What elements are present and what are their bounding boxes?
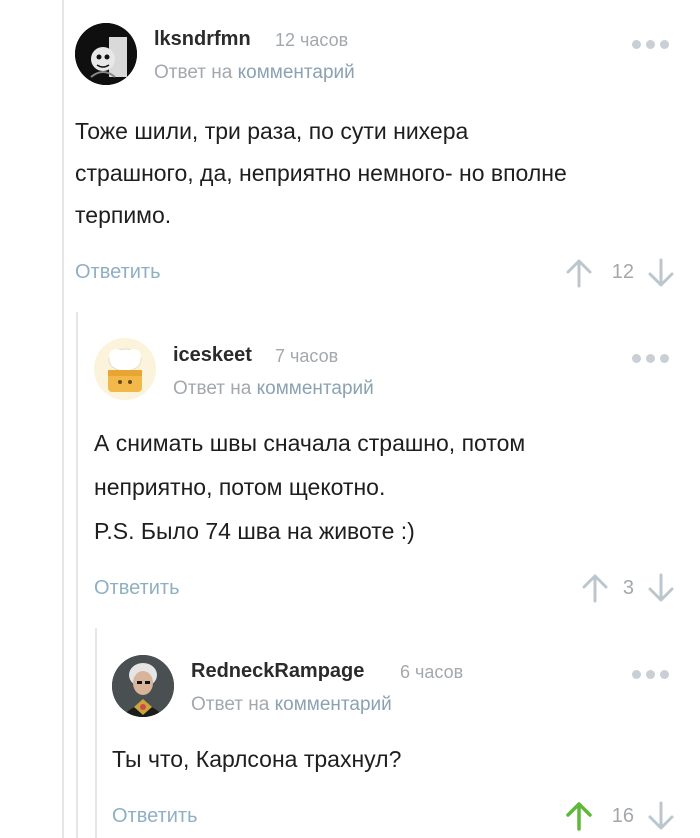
reply-to-prefix: Ответ на <box>191 694 270 715</box>
reply-to-prefix: Ответ на <box>154 62 233 83</box>
thread-line-level-3 <box>95 628 97 838</box>
comment-text-line: P.S. Было 74 шва на животе :) <box>94 518 415 544</box>
reply-button[interactable]: Ответить <box>112 805 198 828</box>
comment-text-line: Тоже шили, три раза, по сути нихера <box>75 118 469 144</box>
downvote-arrow-icon[interactable] <box>648 801 674 831</box>
downvote-arrow-icon[interactable] <box>648 573 674 603</box>
rating-count: 3 <box>622 577 634 599</box>
thread-line-level-1 <box>62 0 64 838</box>
avatar-image <box>75 23 137 85</box>
avatar[interactable] <box>112 655 174 717</box>
comment-text-line: А снимать швы сначала страшно, потом <box>94 430 526 456</box>
comment-time: 6 часов <box>400 662 464 682</box>
comment-time: 12 часов <box>275 30 349 50</box>
upvote-arrow-icon[interactable] <box>582 573 608 603</box>
rating-count: 16 <box>611 805 634 827</box>
avatar-image <box>112 655 174 717</box>
comment-time: 7 часов <box>275 346 339 366</box>
reply-to-line: Ответ на комментарий <box>173 378 374 400</box>
more-options-icon[interactable] <box>632 666 669 683</box>
avatar[interactable] <box>94 338 156 400</box>
reply-button[interactable]: Ответить <box>94 577 180 600</box>
comment-text-line: терпимо. <box>75 202 172 228</box>
comment-text-line: Ты что, Карлсона трахнул? <box>112 746 402 772</box>
avatar-image <box>94 338 156 400</box>
more-options-icon[interactable] <box>632 350 669 367</box>
upvote-arrow-icon[interactable] <box>566 258 592 288</box>
thread-line-level-2 <box>76 312 78 838</box>
author-name[interactable]: iceskeet <box>173 344 252 367</box>
reply-to-line: Ответ на комментарий <box>191 694 392 716</box>
more-options-icon[interactable] <box>632 36 669 53</box>
reply-to-comment-link[interactable]: комментарий <box>275 694 392 715</box>
reply-button[interactable]: Ответить <box>75 261 161 284</box>
author-name[interactable]: lksndrfmn <box>154 28 251 51</box>
upvote-arrow-icon-active[interactable] <box>566 801 592 831</box>
reply-to-comment-link[interactable]: комментарий <box>238 62 355 83</box>
reply-to-prefix: Ответ на <box>173 378 252 399</box>
comment-text-line: неприятно, потом щекотно. <box>94 474 386 500</box>
comment-text-line: страшного, да, неприятно немного- но впо… <box>75 160 567 186</box>
downvote-arrow-icon[interactable] <box>648 258 674 288</box>
reply-to-line: Ответ на комментарий <box>154 62 355 84</box>
rating-count: 12 <box>611 261 634 283</box>
avatar[interactable] <box>75 23 137 85</box>
reply-to-comment-link[interactable]: комментарий <box>257 378 374 399</box>
author-name[interactable]: RedneckRampage <box>191 660 364 683</box>
